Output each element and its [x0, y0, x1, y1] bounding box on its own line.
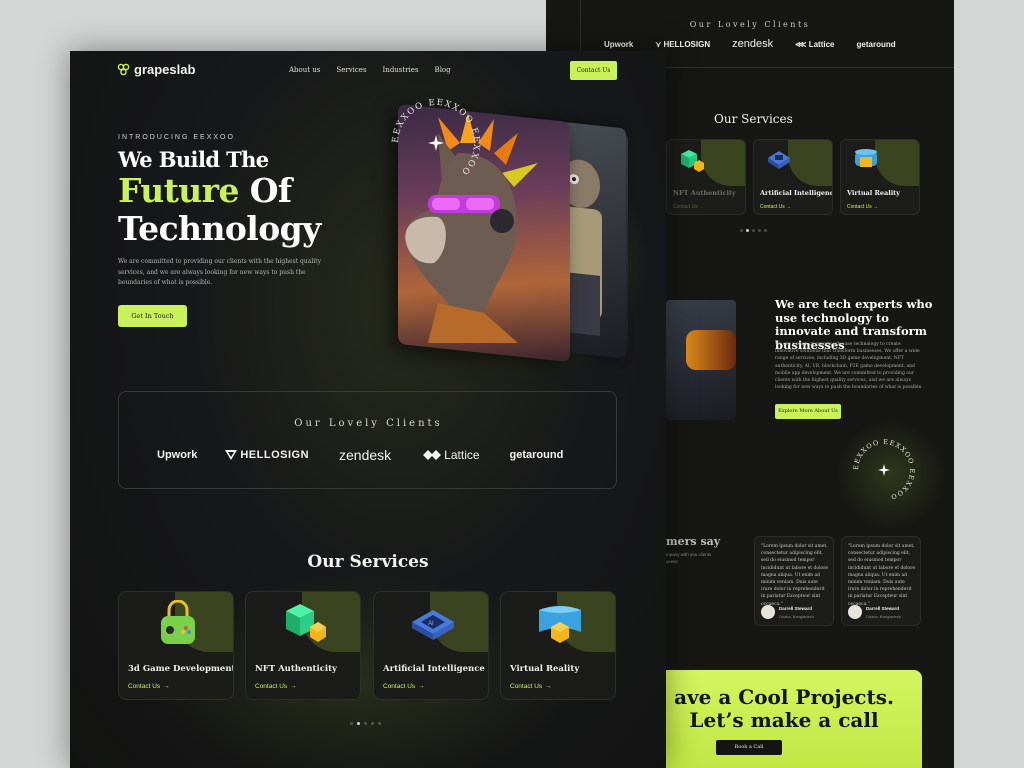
cube-coin-icon: [681, 150, 704, 172]
back-service-link[interactable]: Contact Us →: [673, 204, 704, 210]
cube-coin-icon: [286, 604, 326, 642]
front-page: grapeslab About us Services Industries B…: [70, 51, 666, 768]
nav-about[interactable]: About us: [289, 66, 320, 74]
back-service-card[interactable]: Virtual Reality Contact Us →: [840, 139, 920, 215]
testimonial-quote: "Lorem ipsum dolor sit amet, consectetur…: [761, 544, 829, 607]
service-card-nft[interactable]: NFT Authenticity Contact Us →: [245, 591, 361, 700]
testimonial-name: Darrell Steward: [779, 606, 813, 611]
avatar: [761, 605, 775, 619]
hellosign-logo: HELLOSIGN: [225, 449, 309, 461]
service-contact-link[interactable]: Contact Us →: [128, 683, 170, 690]
logo[interactable]: grapeslab: [117, 62, 195, 77]
clients-title: Our Lovely Clients: [294, 418, 443, 429]
testimonial-quote: "Lorem ipsum dolor sit amet, consectetur…: [848, 544, 916, 607]
testimonial-name: Darrell Steward: [866, 606, 900, 611]
service-card-vr[interactable]: Virtual Reality Contact Us →: [500, 591, 616, 700]
hero-title: We Build The Future Of Technology: [118, 147, 321, 248]
rotating-text-badge: EEXXOO EEXXOO EEXXOO: [391, 98, 480, 177]
vr-cylinder-icon: [855, 149, 877, 167]
game-controller-lock-icon: [161, 600, 195, 644]
nav-services[interactable]: Services: [336, 66, 366, 74]
back-client-logo: ⋘ Lattice: [795, 39, 835, 49]
testimonials-subtitle: mpany with you clients ucess: [666, 552, 712, 564]
back-client-logo: zendesk: [732, 38, 774, 50]
back-service-link[interactable]: Contact Us →: [847, 204, 878, 210]
service-card-3d-game[interactable]: 3d Game Development Contact Us →: [118, 591, 234, 700]
back-service-title: Artificial Intelligence: [760, 189, 833, 197]
clients-section: Our Lovely Clients Upwork HELLOSIGN zend…: [118, 391, 617, 489]
nav-industries[interactable]: Industries: [383, 66, 419, 74]
services-title: Our Services: [307, 552, 429, 572]
hellosign-mark-icon: [225, 450, 238, 460]
zendesk-logo: zendesk: [339, 447, 392, 463]
sparkle-icon: [878, 464, 890, 476]
vr-cylinder-icon: [539, 606, 581, 643]
cta-title: ave a Cool Projects. Let’s make a call: [674, 685, 894, 732]
service-contact-link[interactable]: Contact Us →: [510, 683, 552, 690]
service-contact-link[interactable]: Contact Us →: [255, 683, 297, 690]
arrow-right-icon: →: [163, 683, 170, 690]
back-service-title: NFT Authenticity: [673, 189, 736, 197]
explore-about-button[interactable]: Explore More About Us: [775, 404, 841, 419]
cta-section: ave a Cool Projects. Let’s make a call B…: [646, 670, 922, 768]
back-client-logos: Upwork ⋎ HELLOSIGN zendesk ⋘ Lattice get…: [604, 38, 896, 50]
arrow-right-icon: →: [418, 683, 425, 690]
svg-text:AI: AI: [428, 621, 434, 627]
hero-description: We are committed to providing our client…: [118, 258, 321, 286]
rotating-text-badge: EEXXOO EEXXOO EEXXOO: [852, 438, 915, 501]
contact-us-button[interactable]: Contact Us: [570, 61, 617, 80]
sparkle-icon: [428, 135, 444, 151]
back-client-logo: getaround: [856, 39, 896, 49]
testimonial-card: "Lorem ipsum dolor sit amet, consectetur…: [754, 536, 834, 626]
service-title: Virtual Reality: [510, 664, 580, 674]
back-client-logo: Upwork: [604, 39, 634, 49]
getaround-logo: getaround: [509, 449, 564, 461]
back-carousel-dots[interactable]: [740, 229, 767, 232]
service-title: 3d Game Development: [128, 664, 234, 674]
testimonial-card: "Lorem ipsum dolor sit amet, consectetur…: [841, 536, 921, 626]
arrow-right-icon: →: [290, 683, 297, 690]
service-title: Artificial Intelligence: [383, 664, 485, 674]
ai-chip-icon: [768, 151, 790, 169]
get-in-touch-button[interactable]: Get In Touch: [118, 305, 187, 327]
back-service-card[interactable]: NFT Authenticity Contact Us →: [666, 139, 746, 215]
back-services-title: Our Services: [714, 112, 793, 126]
testimonials-title: mers say: [666, 535, 721, 548]
client-logos: Upwork HELLOSIGN zendesk Lattice getarou…: [157, 447, 563, 463]
back-client-logo: ⋎ HELLOSIGN: [655, 39, 711, 49]
service-contact-link[interactable]: Contact Us →: [383, 683, 425, 690]
back-service-title: Virtual Reality: [847, 189, 900, 197]
about-text: We are a team of experts who use technol…: [775, 342, 923, 391]
upwork-logo: Upwork: [157, 449, 198, 461]
back-clients-title: Our Lovely Clients: [689, 20, 811, 29]
vr-person-image: [666, 300, 736, 420]
lattice-logo: Lattice: [423, 448, 480, 462]
logo-text: grapeslab: [134, 62, 196, 77]
avatar: [848, 605, 862, 619]
hero-intro: INTRODUCING EEXXOO: [118, 134, 235, 141]
back-service-link[interactable]: Contact Us →: [760, 204, 791, 210]
lattice-mark-icon: [423, 450, 442, 460]
testimonial-location: Dhaka, Bangladesh: [779, 614, 814, 619]
service-title: NFT Authenticity: [255, 664, 337, 674]
back-service-card[interactable]: Artificial Intelligence Contact Us →: [753, 139, 833, 215]
grapes-logo-icon: [117, 63, 130, 76]
main-nav: About us Services Industries Blog: [289, 66, 451, 74]
ai-chip-icon: AI: [412, 610, 454, 640]
arrow-right-icon: →: [545, 683, 552, 690]
testimonial-location: Dhaka, Bangladesh: [866, 614, 901, 619]
book-call-button[interactable]: Book a Call: [716, 740, 782, 755]
services-carousel-dots[interactable]: [350, 722, 381, 725]
service-card-ai[interactable]: AI Artificial Intelligence Contact Us →: [373, 591, 489, 700]
nav-blog[interactable]: Blog: [435, 66, 451, 74]
